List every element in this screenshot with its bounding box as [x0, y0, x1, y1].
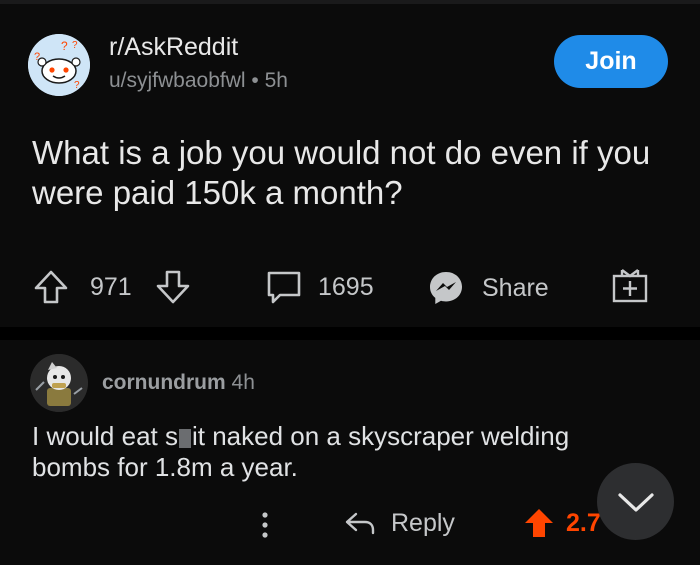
upvote-icon[interactable] — [522, 506, 556, 540]
comment-text-part1: I would eat s — [32, 421, 178, 451]
reply-label: Reply — [391, 508, 455, 537]
svg-text:?: ? — [74, 80, 80, 91]
chevron-down-icon — [616, 490, 656, 514]
svg-text:?: ? — [72, 40, 78, 51]
post-card: ? ? ? ? r/AskReddit u/syjfwbaobfwl • 5h … — [0, 0, 700, 327]
comment-vote-count: 2.7 — [566, 508, 601, 537]
award-icon[interactable] — [610, 266, 650, 306]
reply-icon — [343, 508, 377, 538]
subreddit-avatar[interactable]: ? ? ? ? — [28, 34, 90, 96]
comment-username[interactable]: cornundrum — [102, 371, 226, 394]
subreddit-name[interactable]: r/AskReddit — [109, 33, 238, 62]
post-meta: u/syjfwbaobfwl • 5h — [109, 69, 288, 93]
comment-author-line: cornundrum 4h — [102, 371, 255, 395]
more-icon[interactable] — [255, 507, 275, 543]
commenter-avatar[interactable] — [30, 354, 88, 412]
divider — [0, 0, 700, 4]
comment-age: 4h — [231, 371, 255, 394]
comment-vote-group: 2.7 — [522, 506, 601, 540]
post-vote-count: 971 — [90, 272, 132, 301]
downvote-icon[interactable] — [154, 268, 192, 306]
collapse-button[interactable] — [597, 463, 674, 540]
post-actions: 971 1695 Share — [0, 258, 700, 316]
comments-button[interactable]: 1695 — [264, 268, 374, 306]
comment-actions: Reply 2.7 — [0, 502, 700, 550]
share-button[interactable]: Share — [426, 268, 549, 308]
svg-text:?: ? — [34, 51, 40, 63]
post-title[interactable]: What is a job you would not do even if y… — [32, 133, 672, 213]
section-divider — [0, 327, 700, 340]
post-age: 5h — [264, 69, 288, 92]
post-author[interactable]: u/syjfwbaobfwl — [109, 69, 246, 92]
comment-icon — [264, 268, 304, 306]
join-button[interactable]: Join — [554, 35, 668, 88]
comment-count: 1695 — [318, 272, 374, 301]
censor-block — [178, 428, 191, 448]
svg-text:?: ? — [61, 39, 68, 53]
reply-button[interactable]: Reply — [343, 508, 455, 538]
messenger-icon — [426, 268, 466, 308]
share-label: Share — [482, 273, 549, 302]
comment-card: cornundrum 4h I would eat s it naked on a… — [0, 340, 700, 565]
vote-group: 971 — [32, 268, 192, 306]
upvote-icon[interactable] — [32, 268, 70, 306]
comment-body: I would eat s it naked on a skyscraper we… — [32, 421, 652, 483]
meta-separator: • — [251, 69, 259, 92]
